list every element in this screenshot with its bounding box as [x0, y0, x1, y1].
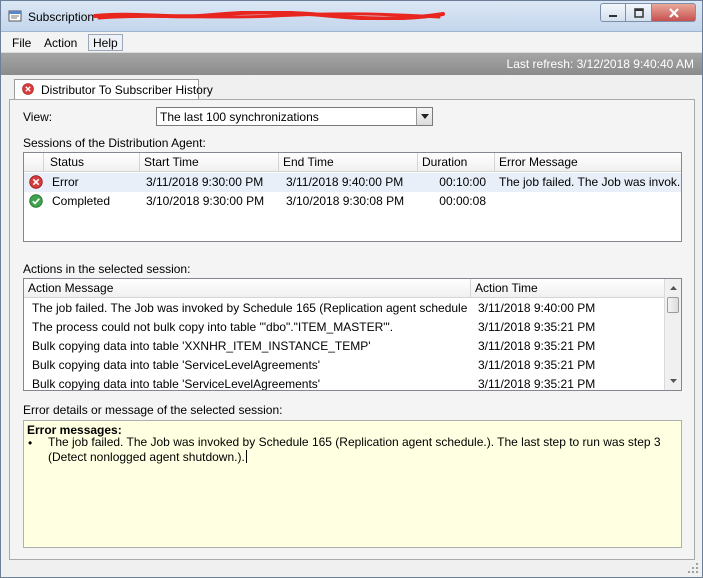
cell-end-time: 3/10/2018 9:30:08 PM	[286, 194, 405, 208]
cell-action-message: The job failed. The Job was invoked by S…	[32, 301, 468, 315]
cell-status: Error	[52, 175, 79, 189]
tab-label: Distributor To Subscriber History	[41, 83, 213, 97]
column-action-time[interactable]: Action Time	[471, 279, 665, 298]
close-icon	[668, 7, 679, 18]
resize-grip-icon[interactable]	[687, 562, 699, 574]
cell-end-time: 3/11/2018 9:40:00 PM	[286, 175, 404, 189]
check-icon	[29, 194, 43, 208]
cell-action-message: The process could not bulk copy into tab…	[32, 320, 394, 334]
cell-action-message: Bulk copying data into table 'ServiceLev…	[32, 358, 321, 372]
scroll-down-button[interactable]	[665, 373, 681, 389]
sessions-label: Sessions of the Distribution Agent:	[23, 136, 206, 150]
table-row[interactable]: Error 3/11/2018 9:30:00 PM 3/11/2018 9:4…	[24, 173, 681, 192]
cell-start-time: 3/11/2018 9:30:00 PM	[146, 175, 264, 189]
view-dropdown-value: The last 100 synchronizations	[160, 110, 319, 124]
text-caret	[245, 450, 247, 463]
cell-action-message: Bulk copying data into table 'ServiceLev…	[32, 377, 321, 391]
maximize-icon	[633, 7, 644, 18]
table-row[interactable]: Bulk copying data into table 'ServiceLev…	[24, 375, 665, 391]
view-label: View:	[23, 110, 53, 124]
chevron-up-icon	[669, 286, 677, 290]
cell-status: Completed	[52, 194, 111, 208]
error-icon	[22, 83, 34, 95]
actions-scrollbar[interactable]	[664, 279, 681, 390]
table-row[interactable]: The process could not bulk copy into tab…	[24, 318, 665, 337]
cell-error-message: The job failed. The Job was invok...	[499, 175, 681, 189]
scroll-thumb[interactable]	[667, 297, 679, 313]
cell-action-time: 3/11/2018 9:40:00 PM	[478, 301, 596, 315]
header-icon-column	[24, 153, 44, 172]
error-icon	[29, 175, 43, 189]
table-row[interactable]: Bulk copying data into table 'XXNHR_ITEM…	[24, 337, 665, 356]
cell-action-time: 3/11/2018 9:35:21 PM	[478, 320, 596, 334]
column-status[interactable]: Status	[44, 153, 140, 172]
cell-start-time: 3/10/2018 9:30:00 PM	[146, 194, 265, 208]
table-row[interactable]: Completed 3/10/2018 9:30:00 PM 3/10/2018…	[24, 192, 681, 211]
column-action-message[interactable]: Action Message	[24, 279, 471, 298]
menu-file[interactable]: File	[7, 34, 36, 51]
menu-help[interactable]: Help	[88, 34, 123, 51]
cell-action-time: 3/11/2018 9:35:21 PM	[478, 377, 596, 391]
maximize-button[interactable]	[626, 3, 652, 22]
column-error-message[interactable]: Error Message	[495, 153, 681, 172]
last-refresh-text: Last refresh: 3/12/2018 9:40:40 AM	[506, 57, 694, 71]
column-end-time[interactable]: End Time	[279, 153, 418, 172]
chevron-down-icon	[669, 379, 677, 383]
cell-duration: 00:10:00	[439, 175, 486, 189]
title-bar[interactable]: Subscription	[1, 1, 702, 32]
table-row[interactable]: Bulk copying data into table 'ServiceLev…	[24, 356, 665, 375]
subscription-icon	[8, 10, 22, 22]
view-dropdown[interactable]: The last 100 synchronizations	[156, 107, 433, 126]
error-message-text: The job failed. The Job was invoked by S…	[48, 435, 678, 465]
actions-grid: Action Message Action Time The job faile…	[23, 278, 682, 391]
cell-error-message	[495, 192, 681, 211]
menu-action[interactable]: Action	[39, 34, 82, 51]
dropdown-button[interactable]	[416, 108, 432, 125]
subscription-window: Subscription File Action Help Last refre…	[0, 0, 703, 578]
cell-action-message: Bulk copying data into table 'XXNHR_ITEM…	[32, 339, 371, 353]
error-message-content: The job failed. The Job was invoked by S…	[48, 435, 661, 464]
redaction-scribble	[93, 11, 445, 20]
chevron-down-icon	[420, 114, 429, 119]
close-button[interactable]	[652, 3, 696, 22]
scroll-up-button[interactable]	[665, 280, 681, 296]
actions-label: Actions in the selected session:	[23, 262, 191, 276]
error-details-box[interactable]: Error messages: • The job failed. The Jo…	[23, 420, 682, 548]
sessions-grid: Status Start Time End Time Duration Erro…	[23, 152, 682, 242]
column-duration[interactable]: Duration	[418, 153, 495, 172]
caption-buttons	[600, 3, 696, 22]
minimize-icon	[609, 14, 617, 17]
window-title: Subscription	[28, 10, 95, 24]
details-label: Error details or message of the selected…	[23, 403, 283, 417]
menu-bar: File Action Help	[1, 32, 702, 53]
cell-action-time: 3/11/2018 9:35:21 PM	[478, 339, 596, 353]
sessions-header: Status Start Time End Time Duration Erro…	[24, 153, 681, 172]
column-start-time[interactable]: Start Time	[140, 153, 279, 172]
refresh-strip: Last refresh: 3/12/2018 9:40:40 AM	[1, 53, 702, 75]
tab-distributor-history[interactable]: Distributor To Subscriber History	[14, 79, 213, 100]
table-row[interactable]: The job failed. The Job was invoked by S…	[24, 299, 665, 318]
actions-header: Action Message Action Time	[24, 279, 665, 298]
minimize-button[interactable]	[600, 3, 626, 22]
cell-duration: 00:00:08	[439, 194, 486, 208]
cell-action-time: 3/11/2018 9:35:21 PM	[478, 358, 596, 372]
bullet: •	[28, 436, 33, 450]
